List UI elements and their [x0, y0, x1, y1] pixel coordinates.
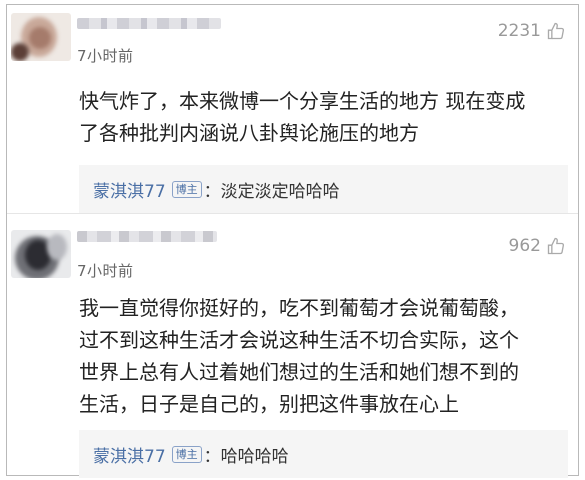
avatar[interactable] [11, 13, 71, 61]
reply-text: ：哈哈哈哈 [203, 446, 289, 467]
thumbs-up-outline-icon [547, 22, 565, 40]
comment-item: 7小时前 962 我一直觉得你挺好的，吃不到葡萄才会说葡萄酸， 过不到这种生活才… [7, 213, 578, 478]
comment-body: 我一直觉得你挺好的，吃不到葡萄才会说葡萄酸， 过不到这种生活才会说这种生活不切合… [79, 296, 519, 416]
avatar[interactable] [11, 230, 71, 278]
thumbs-up-outline-icon [547, 237, 565, 255]
like-count: 962 [508, 236, 541, 256]
like-button[interactable]: 962 [509, 236, 566, 256]
reply-preview[interactable]: 蒙淇淇77 博主 ：哈哈哈哈 [79, 430, 568, 478]
comment-item: 7小时前 2231 快气炸了，本来微博一个分享生活的地方 现在变成 了各种批判内… [7, 5, 578, 213]
username-blurred[interactable] [77, 18, 221, 29]
comment-list: 7小时前 2231 快气炸了，本来微博一个分享生活的地方 现在变成 了各种批判内… [6, 4, 579, 478]
comment-body: 快气炸了，本来微博一个分享生活的地方 现在变成 了各种批判内涵说八卦舆论施压的地… [79, 89, 526, 145]
like-count: 2231 [497, 21, 541, 41]
reply-text: ：淡定淡定哈哈哈 [203, 181, 340, 202]
username-blurred[interactable] [77, 231, 217, 242]
author-badge: 博主 [171, 445, 202, 463]
author-badge: 博主 [171, 180, 202, 198]
reply-preview[interactable]: 蒙淇淇77 博主 ：淡定淡定哈哈哈 [79, 165, 568, 213]
reply-author[interactable]: 蒙淇淇77 [93, 177, 166, 202]
like-button[interactable]: 2231 [498, 21, 566, 41]
comment-time: 7小时前 [77, 262, 134, 280]
reply-author[interactable]: 蒙淇淇77 [93, 442, 166, 467]
comment-time: 7小时前 [77, 47, 134, 65]
